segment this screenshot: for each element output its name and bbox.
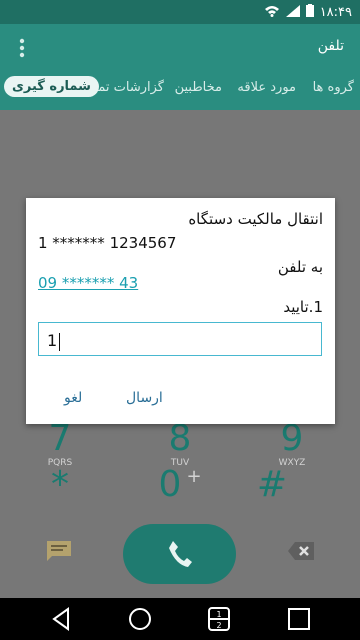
key-8[interactable]: 8 TUV <box>158 420 202 469</box>
signal-icon <box>285 4 300 21</box>
clock-text: ۱۸:۴۹ <box>319 5 352 20</box>
backspace-icon[interactable] <box>287 541 315 565</box>
tab-favorites[interactable]: مورد علاقه <box>237 80 296 95</box>
key-star[interactable]: * <box>38 466 82 504</box>
confirm-instruction: 1.تایید <box>283 298 323 316</box>
status-bar: ۱۸:۴۹ <box>0 0 360 24</box>
dual-window-icon[interactable]: 1 2 <box>206 606 232 632</box>
more-options-icon[interactable] <box>12 36 32 60</box>
tab-contacts[interactable]: مخاطبین <box>175 80 222 95</box>
key-hash[interactable]: # <box>250 466 294 504</box>
app-bar: تلفن <box>0 24 360 72</box>
app-title: تلفن <box>317 38 344 54</box>
tab-bar: گروه ها مورد علاقه مخاطبین گزارشات تماس … <box>0 72 360 110</box>
key-7[interactable]: 7 PQRS <box>38 420 82 469</box>
dialog-title: انتقال مالکیت دستگاه <box>188 210 323 228</box>
message-icon[interactable] <box>46 540 72 566</box>
cancel-button[interactable]: لغو <box>64 390 82 406</box>
svg-text:1: 1 <box>216 610 221 619</box>
send-button[interactable]: ارسال <box>126 390 163 406</box>
wifi-icon <box>264 5 280 21</box>
key-0[interactable]: 0 + <box>150 466 210 504</box>
phone-icon <box>167 540 193 572</box>
call-button[interactable] <box>123 524 236 584</box>
svg-text:2: 2 <box>216 621 221 630</box>
ownership-transfer-dialog: انتقال مالکیت دستگاه 1 ******* 1234567 ب… <box>26 198 335 424</box>
recent-apps-icon[interactable] <box>286 606 312 632</box>
battery-icon <box>305 4 314 21</box>
to-phone-label: به تلفن <box>277 258 323 276</box>
text-caret <box>59 332 61 351</box>
phone-number-link[interactable]: 09 ******* 43 <box>38 274 138 292</box>
tab-groups[interactable]: گروه ها <box>313 80 354 95</box>
navigation-bar: 1 2 <box>0 598 360 640</box>
key-9[interactable]: 9 WXYZ <box>262 420 322 469</box>
confirmation-input[interactable]: 1 <box>38 322 322 356</box>
home-icon[interactable] <box>127 606 153 632</box>
device-number: 1 ******* 1234567 <box>38 234 177 252</box>
tab-dialer[interactable]: شماره گیری <box>4 76 99 97</box>
back-icon[interactable] <box>50 606 76 632</box>
